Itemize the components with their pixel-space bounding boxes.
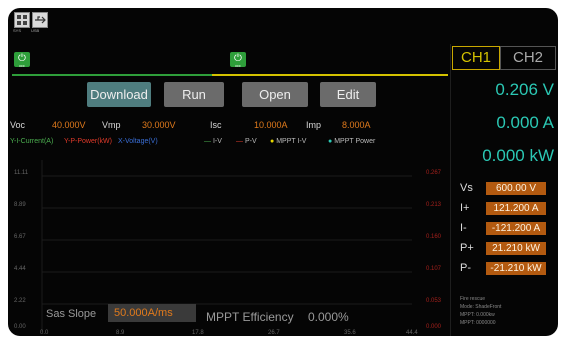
slope-field[interactable]: 50.000A/ms (108, 304, 196, 322)
y-left-tick: 8.89 (14, 202, 26, 208)
power-button-left[interactable]: ⏻ OFF (14, 52, 30, 68)
power-right-label: OFF (235, 64, 241, 68)
y-left-tick: 4.44 (14, 266, 26, 272)
imp-value[interactable]: 8.000A (342, 120, 371, 130)
info-line: Mode: ShadeFront (460, 304, 502, 310)
y-right-tick: 0.107 (426, 266, 442, 272)
voc-label: Voc (10, 120, 26, 130)
legend-iv: — I-V (204, 138, 222, 145)
efficiency-label: MPPT Efficiency (206, 310, 294, 324)
voltage-readout: 0.206 V (495, 80, 554, 99)
y-left-tick: 2.22 (14, 298, 26, 304)
pv-swatch: — (236, 138, 243, 145)
x-tick: 8.9 (116, 330, 125, 336)
y-right-tick: 0.160 (426, 234, 442, 240)
pminus-value[interactable]: -21.210 kW (486, 262, 546, 275)
isc-value[interactable]: 10.000A (254, 120, 288, 130)
legend-mppt-power-label: MPPT Power (334, 138, 376, 145)
y-right-tick: 0.213 (426, 202, 442, 208)
info-line: Fire rescue (460, 296, 486, 302)
pplus-value[interactable]: 21.210 kW (486, 242, 546, 255)
legend-power-axis: Y-P-Power(kW) (64, 138, 112, 145)
usb-icon-label: USB (31, 28, 40, 33)
output-bar-left (12, 74, 212, 76)
pminus-label: P- (460, 262, 471, 274)
vmp-value[interactable]: 30.000V (142, 120, 176, 130)
legend-mppt-power: ● MPPT Power (328, 138, 375, 145)
tab-ch2[interactable]: CH2 (500, 46, 556, 70)
power-icon: ⏻ (234, 53, 242, 64)
iv-swatch: — (204, 138, 211, 145)
y-left-tick: 6.67 (14, 234, 26, 240)
x-tick: 44.4 (406, 330, 418, 336)
x-tick: 17.8 (192, 330, 204, 336)
power-icon: ⏻ (18, 53, 26, 64)
isc-label: Isc (210, 120, 222, 130)
legend-pv: — P-V (236, 138, 257, 145)
legend-mppt-iv: ● MPPT I-V (270, 138, 306, 145)
iminus-label: I- (460, 222, 467, 234)
slope-value: 50.000A/ms (114, 307, 173, 319)
power-left-label: OFF (19, 64, 25, 68)
imp-label: Imp (306, 120, 322, 130)
system-icon-label: SYS (13, 28, 22, 33)
open-button[interactable]: Open (242, 82, 308, 107)
info-line: MPPT: 0000000 (460, 320, 496, 326)
power-readout: 0.000 kW (482, 146, 554, 165)
voc-value[interactable]: 40.000V (52, 120, 86, 130)
info-line: MPPT: 0.000kw (460, 312, 495, 318)
device-screen: SYS USB ⏻ OFF ⏻ OFF Download Run Open Ed… (8, 8, 558, 336)
x-tick: 35.6 (344, 330, 356, 336)
y-right-tick: 0.267 (426, 170, 442, 176)
x-tick: 0.0 (40, 330, 49, 336)
output-bar-right (212, 74, 448, 76)
tab-ch1[interactable]: CH1 (452, 46, 500, 70)
legend-current-axis: Y-I-Current(A) (10, 138, 54, 145)
vs-label: Vs (460, 182, 473, 194)
legend-mppt-iv-label: MPPT I-V (276, 138, 307, 145)
vs-value[interactable]: 600.00 V (486, 182, 546, 195)
y-right-tick: 0.053 (426, 298, 442, 304)
mppt-iv-swatch: ● (270, 138, 275, 145)
edit-button[interactable]: Edit (320, 82, 376, 107)
iplus-label: I+ (460, 202, 470, 214)
y-left-tick: 11.11 (14, 170, 29, 176)
legend-iv-label: I-V (212, 138, 222, 145)
y-left-tick: 0.00 (14, 324, 26, 330)
usb-icon[interactable]: USB (31, 12, 48, 33)
efficiency-value: 0.000% (308, 310, 349, 324)
legend-pv-label: P-V (244, 138, 257, 145)
download-button[interactable]: Download (87, 82, 151, 107)
legend-voltage-axis: X-Voltage(V) (118, 138, 158, 145)
x-tick: 26.7 (268, 330, 280, 336)
run-button[interactable]: Run (164, 82, 224, 107)
iminus-value[interactable]: -121.200 A (486, 222, 546, 235)
vmp-label: Vmp (102, 120, 121, 130)
pplus-label: P+ (460, 242, 474, 254)
iplus-value[interactable]: 121.200 A (486, 202, 546, 215)
current-readout: 0.000 A (496, 113, 554, 132)
y-right-tick: 0.000 (426, 324, 442, 330)
power-button-right[interactable]: ⏻ OFF (230, 52, 246, 68)
system-icon[interactable]: SYS (13, 12, 30, 33)
slope-label: Sas Slope (46, 308, 97, 320)
mppt-power-swatch: ● (328, 138, 333, 145)
